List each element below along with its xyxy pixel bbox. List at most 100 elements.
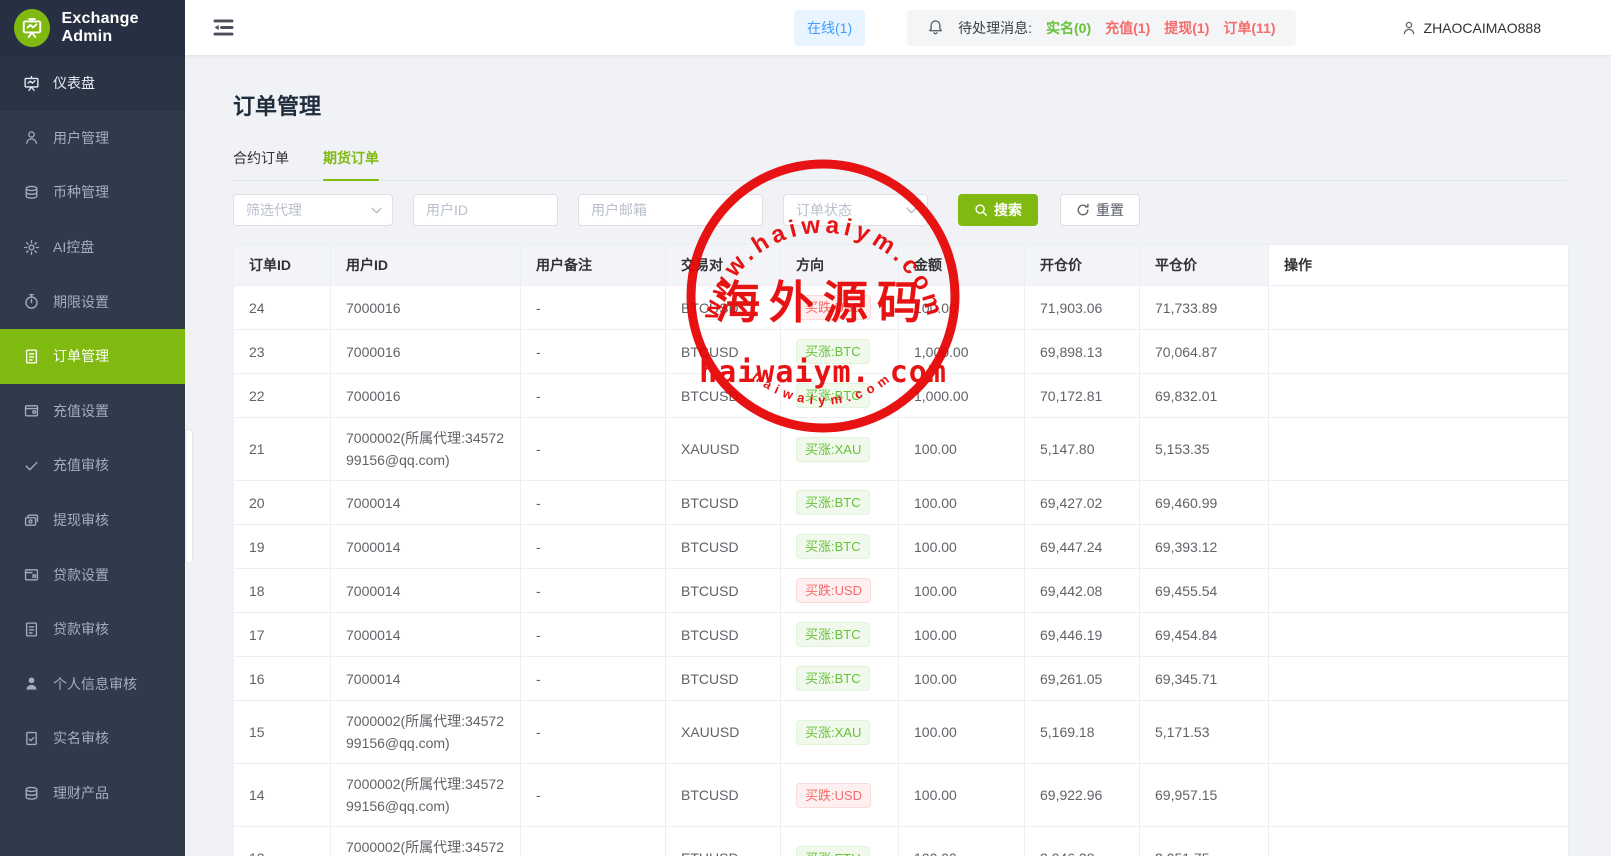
sidebar-item-label: 充值审核 xyxy=(53,457,109,474)
agent-filter-select[interactable]: 筛选代理 xyxy=(233,194,393,226)
cell-close-price: 69,345.71 xyxy=(1139,656,1269,701)
sidebar-item-label: 实名审核 xyxy=(53,730,109,747)
sidebar-item-3[interactable]: AI控盘 xyxy=(0,220,185,275)
search-icon xyxy=(974,203,988,217)
pending-recharge-count[interactable]: 充值(1) xyxy=(1105,18,1150,38)
cell-user-note: - xyxy=(520,612,666,657)
cell-close-price: 5,171.53 xyxy=(1139,700,1269,764)
tab-futures-orders[interactable]: 期货订单 xyxy=(323,148,379,181)
filter-bar: 筛选代理 订单状态 xyxy=(233,194,1566,226)
cell-pair: BTCUSD xyxy=(665,285,781,330)
orders-table-body: 24 7000016- BTCUSD 买跌:USD 100.00 71,903.06 71,… xyxy=(233,285,1569,856)
cell-open-price: 69,922.96 xyxy=(1024,763,1140,827)
cell-user-note: - xyxy=(520,826,666,856)
direction-badge: 买跌:USD xyxy=(796,782,872,808)
notifications-bar[interactable]: 待处理消息: 实名(0) 充值(1) 提现(1) 订单(11) xyxy=(907,9,1296,46)
order-status-placeholder: 订单状态 xyxy=(796,202,852,218)
col-direction: 方向 xyxy=(780,244,899,286)
direction-badge: 买涨:BTC xyxy=(796,666,870,691)
order-row-17: 17 7000014- BTCUSD 买涨:BTC 100.00 69,446.19 69,… xyxy=(233,612,1569,657)
user-id-input[interactable] xyxy=(426,202,547,218)
cell-user-id: 7000002(所属代理:3457299156@qq.com) xyxy=(330,700,521,764)
admin-screen: Exchange Admin 仪表盘 用户管理 币种管理 AI控盘 期限设置 订单管理 充值… xyxy=(0,0,1611,856)
order-row-21: 21 7000002(所属代理:3457299156@qq.com) - XAUUSD… xyxy=(233,417,1569,481)
sidebar-item-6[interactable]: 充值设置 xyxy=(0,384,185,439)
sidebar-item-13[interactable]: 理财产品 xyxy=(0,766,185,821)
cell-user-note: - xyxy=(520,373,666,418)
cell-actions xyxy=(1268,329,1569,374)
cell-direction: 买跌:USD xyxy=(780,568,899,613)
cell-open-price: 2,046.38 xyxy=(1024,826,1140,856)
sidebar-item-7[interactable]: 充值审核 xyxy=(0,438,185,493)
cell-close-price: 69,455.54 xyxy=(1139,568,1269,613)
page-title: 订单管理 xyxy=(233,94,322,119)
cell-direction: 买涨:BTC xyxy=(780,656,899,701)
pending-orders-count[interactable]: 订单(11) xyxy=(1223,18,1275,38)
cell-direction: 买涨:XAU xyxy=(780,417,899,481)
pending-withdraw-count[interactable]: 提现(1) xyxy=(1164,18,1209,38)
cell-user-note: - xyxy=(520,763,666,827)
sidebar-item-4[interactable]: 期限设置 xyxy=(0,274,185,329)
sidebar-item-12[interactable]: 实名审核 xyxy=(0,711,185,766)
cell-actions xyxy=(1268,763,1569,827)
cell-direction: 买涨:BTC xyxy=(780,373,899,418)
cell-user-id: 7000014 xyxy=(330,612,521,657)
sidebar-item-label: 贷款设置 xyxy=(53,566,109,583)
cell-open-price: 69,446.19 xyxy=(1024,612,1140,657)
cell-amount: 100.00 xyxy=(898,700,1025,764)
sidebar-scrollbar-thumb[interactable] xyxy=(186,430,192,563)
user-menu[interactable]: ZHAOCAIMAO888 xyxy=(1401,20,1541,36)
sidebar-item-10[interactable]: 贷款审核 xyxy=(0,602,185,657)
cell-pair: BTCUSD xyxy=(665,763,781,827)
chevron-down-icon xyxy=(371,207,382,214)
reset-button-label: 重置 xyxy=(1096,202,1124,218)
cell-direction: 买跌:USD xyxy=(780,763,899,827)
online-status-badge[interactable]: 在线(1) xyxy=(794,9,866,46)
cell-close-price: 69,957.15 xyxy=(1139,763,1269,827)
direction-badge: 买涨:BTC xyxy=(796,339,870,364)
cell-order-id: 24 xyxy=(233,285,331,330)
cell-user-note: - xyxy=(520,285,666,330)
cell-order-id: 21 xyxy=(233,417,331,481)
collapse-sidebar-icon[interactable] xyxy=(213,17,234,38)
tab-contract-orders[interactable]: 合约订单 xyxy=(233,148,289,180)
cell-actions xyxy=(1268,826,1569,856)
cell-actions xyxy=(1268,568,1569,613)
sidebar-item-label: 期限设置 xyxy=(53,293,109,310)
direction-badge: 买跌:USD xyxy=(796,295,872,320)
col-amount: 金额 xyxy=(898,244,1025,286)
sidebar-item-label: 币种管理 xyxy=(53,184,109,201)
cell-actions xyxy=(1268,524,1569,569)
cell-direction: 买涨:XAU xyxy=(780,700,899,764)
col-user-id: 用户ID xyxy=(330,244,521,286)
products-icon xyxy=(22,785,40,802)
sidebar-item-11[interactable]: 个人信息审核 xyxy=(0,657,185,712)
cell-amount: 100.00 xyxy=(898,568,1025,613)
cell-user-id: 7000014 xyxy=(330,656,521,701)
sidebar-item-5[interactable]: 订单管理 xyxy=(0,328,185,384)
order-status-select[interactable]: 订单状态 xyxy=(783,194,928,226)
sidebar-item-0[interactable]: 仪表盘 xyxy=(0,56,185,111)
pending-messages-label: 待处理消息: xyxy=(958,19,1033,36)
app-title: Exchange Admin xyxy=(61,10,139,45)
cell-user-note: - xyxy=(520,480,666,525)
agent-filter-placeholder: 筛选代理 xyxy=(246,202,302,218)
user-email-input[interactable] xyxy=(591,202,752,218)
reset-button[interactable]: 重置 xyxy=(1060,194,1140,226)
cell-open-price: 5,169.18 xyxy=(1024,700,1140,764)
sidebar-item-2[interactable]: 币种管理 xyxy=(0,165,185,220)
search-button[interactable]: 搜索 xyxy=(958,194,1038,226)
direction-badge: 买涨:BTC xyxy=(796,490,870,515)
cell-order-id: 15 xyxy=(233,700,331,764)
sidebar-item-1[interactable]: 用户管理 xyxy=(0,111,185,166)
person-icon xyxy=(22,675,40,692)
sidebar-item-9[interactable]: 贷款设置 xyxy=(0,547,185,602)
order-row-22: 22 7000016- BTCUSD 买涨:BTC 1,000.00 70,172.81 6… xyxy=(233,373,1569,418)
pending-realname-count[interactable]: 实名(0) xyxy=(1046,18,1091,38)
sidebar-item-8[interactable]: 提现审核 xyxy=(0,493,185,548)
cell-open-price: 71,903.06 xyxy=(1024,285,1140,330)
cell-amount: 100.00 xyxy=(898,480,1025,525)
cell-close-price: 71,733.89 xyxy=(1139,285,1269,330)
cell-pair: BTCUSD xyxy=(665,524,781,569)
cell-order-id: 23 xyxy=(233,329,331,374)
